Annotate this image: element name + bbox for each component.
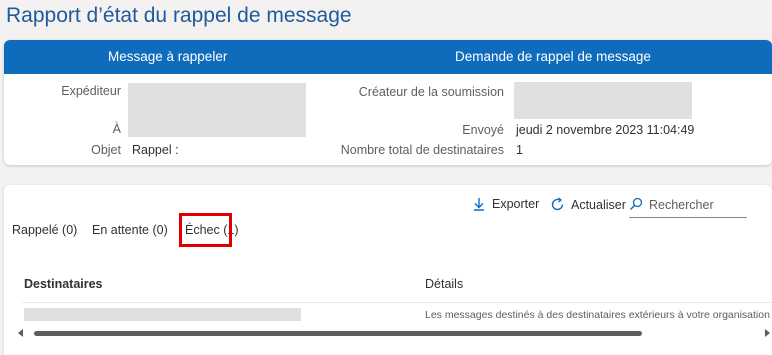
recall-results-panel: Exporter Actualiser Rechercher Rappelé (… bbox=[4, 185, 772, 355]
horizontal-scrollbar[interactable] bbox=[18, 328, 770, 338]
sent-value: jeudi 2 novembre 2023 11:04:49 bbox=[516, 123, 695, 137]
search-icon bbox=[629, 197, 643, 214]
tab-pending[interactable]: En attente (0) bbox=[92, 223, 168, 237]
subject-label: Objet bbox=[91, 143, 121, 157]
column-header-recipients[interactable]: Destinataires bbox=[24, 277, 103, 291]
scrollbar-thumb[interactable] bbox=[34, 331, 642, 336]
scroll-right-icon[interactable] bbox=[765, 329, 770, 337]
tab-recalled[interactable]: Rappelé (0) bbox=[12, 223, 77, 237]
recipient-redacted bbox=[24, 308, 301, 321]
header-recall-request: Demande de rappel de message bbox=[455, 49, 651, 64]
sender-label: Expéditeur bbox=[61, 84, 121, 98]
search-placeholder: Rechercher bbox=[649, 198, 714, 212]
export-button[interactable]: Exporter bbox=[472, 197, 539, 211]
column-header-details[interactable]: Détails bbox=[425, 277, 463, 291]
refresh-label: Actualiser bbox=[571, 197, 626, 212]
scroll-left-icon[interactable] bbox=[18, 329, 23, 337]
card-header: Message à rappeler Demande de rappel de … bbox=[4, 40, 772, 74]
refresh-icon bbox=[550, 197, 565, 212]
recall-info-card: Message à rappeler Demande de rappel de … bbox=[4, 40, 772, 165]
subject-value: Rappel : bbox=[132, 143, 179, 157]
creator-label: Créateur de la soumission bbox=[358, 85, 504, 99]
to-label: À bbox=[112, 122, 121, 136]
total-recipients-label: Nombre total de destinataires bbox=[340, 143, 504, 157]
sent-label: Envoyé bbox=[462, 123, 504, 137]
header-message-to-recall: Message à rappeler bbox=[108, 49, 228, 64]
active-tab-highlight bbox=[179, 213, 232, 247]
row-details: Les messages destinés à des destinataire… bbox=[425, 309, 772, 321]
export-label: Exporter bbox=[492, 197, 540, 211]
sender-redacted bbox=[128, 83, 306, 137]
search-input[interactable]: Rechercher bbox=[629, 193, 747, 218]
download-icon bbox=[472, 197, 486, 211]
creator-redacted bbox=[514, 82, 692, 119]
refresh-button[interactable]: Actualiser bbox=[550, 197, 626, 212]
header-divider bbox=[22, 302, 772, 303]
page-title: Rapport d’état du rappel de message bbox=[6, 4, 352, 27]
total-recipients-value: 1 bbox=[516, 143, 523, 157]
